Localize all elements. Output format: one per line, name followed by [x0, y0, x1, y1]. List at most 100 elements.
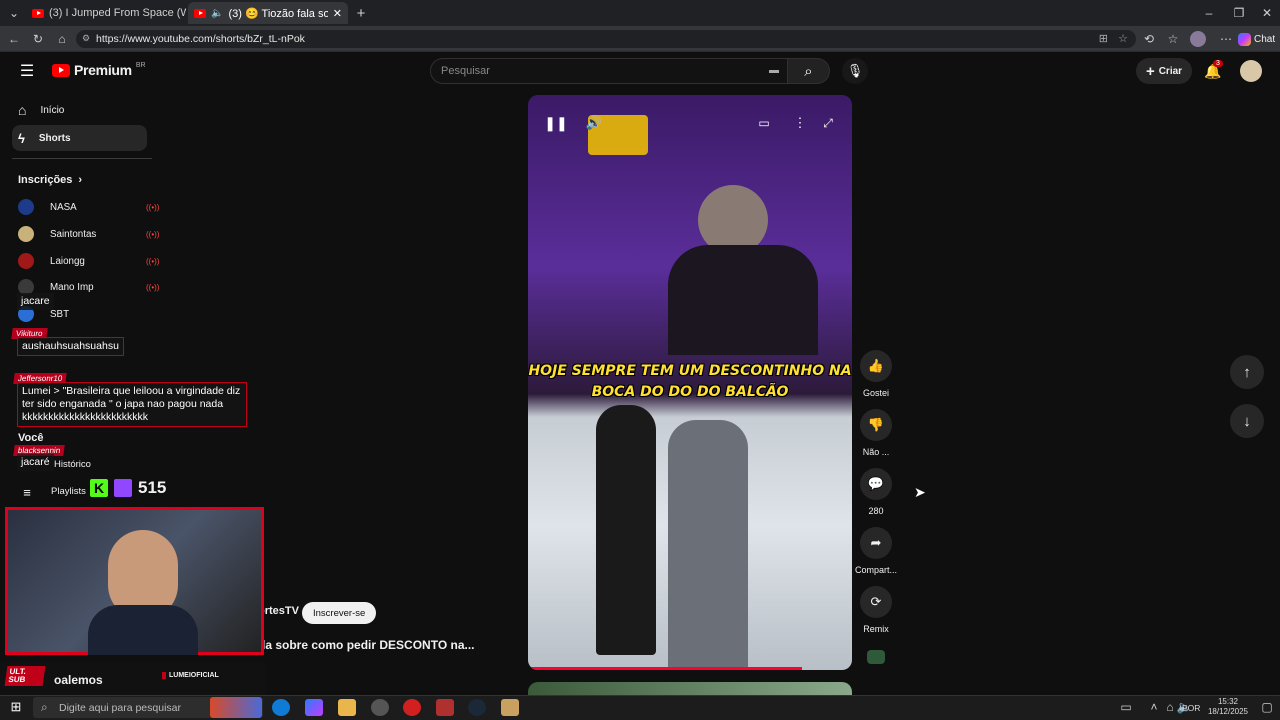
- back-icon[interactable]: ←: [6, 31, 22, 47]
- channel-name: Mano Imp: [50, 281, 94, 293]
- thumbs-up-icon[interactable]: 👍: [860, 350, 892, 382]
- url-text: https://www.youtube.com/shorts/bZr_tL-nP…: [96, 33, 305, 45]
- create-button[interactable]: + Criar: [1136, 58, 1192, 84]
- next-short-button[interactable]: ↓: [1230, 404, 1264, 438]
- keyboard-tray-icon[interactable]: ▭: [1118, 700, 1134, 714]
- pause-icon[interactable]: ❚❚: [544, 113, 567, 133]
- clock-date: 18/12/2025: [1207, 707, 1249, 716]
- next-short-preview[interactable]: [528, 682, 852, 695]
- subscription-item[interactable]: NASA ((•)): [18, 197, 159, 217]
- edge-icon[interactable]: [272, 699, 290, 716]
- tab-1[interactable]: (3) I Jumped From Space (World R ✕: [26, 2, 186, 24]
- site-info-icon[interactable]: ⚙: [82, 33, 90, 44]
- live-indicator-icon: ((•)): [146, 282, 160, 292]
- logo-text: Premium: [74, 62, 132, 78]
- close-window-icon[interactable]: ✕: [1258, 4, 1276, 22]
- more-menu-icon[interactable]: ⋯: [1218, 31, 1234, 47]
- app-icon[interactable]: [501, 699, 519, 716]
- search-button[interactable]: ⌕: [788, 58, 830, 84]
- steam-icon[interactable]: [468, 699, 486, 716]
- search-input[interactable]: Pesquisar ▬: [430, 58, 788, 84]
- favorite-star-icon[interactable]: ☆: [1118, 32, 1128, 45]
- microphone-icon: 🎙: [846, 63, 864, 78]
- captions-icon[interactable]: ▭: [754, 113, 774, 133]
- new-tab-icon[interactable]: +: [352, 4, 370, 22]
- share-action[interactable]: ➦ Compart...: [852, 527, 900, 575]
- app-available-icon[interactable]: ⊞: [1099, 32, 1108, 45]
- copilot-taskbar-icon[interactable]: [305, 699, 323, 716]
- subscriptions-heading[interactable]: Inscrições ›: [18, 174, 82, 186]
- subscription-item[interactable]: Laiongg ((•)): [18, 251, 159, 271]
- brand-tag: LUMEIOFICIAL: [162, 672, 219, 679]
- caption-line-2: BOCA DO DO DO BALCÃO: [591, 384, 789, 400]
- minimize-icon[interactable]: –: [1200, 4, 1218, 22]
- channel-name: NASA: [50, 201, 77, 213]
- more-options-icon[interactable]: ⋮: [790, 113, 810, 133]
- tab-list-chevron-icon[interactable]: ⌄: [6, 5, 22, 21]
- notification-center-icon[interactable]: ▢: [1260, 700, 1274, 714]
- short-title[interactable]: la sobre como pedir DESCONTO na...: [262, 638, 475, 652]
- favorites-icon[interactable]: ☆: [1166, 32, 1180, 46]
- sound-thumbnail[interactable]: [867, 650, 885, 664]
- extensions-icon[interactable]: ⟲: [1142, 32, 1156, 46]
- tray-chevron-icon[interactable]: ˄: [1148, 700, 1160, 714]
- remix-action[interactable]: ⟳ Remix: [858, 586, 894, 634]
- search-highlight-image[interactable]: [210, 697, 262, 718]
- share-label: Compart...: [854, 565, 897, 575]
- speaker-icon[interactable]: 🔈: [211, 8, 223, 19]
- reload-icon[interactable]: ↻: [30, 31, 46, 47]
- sidebar-item-playlists[interactable]: Playlists: [51, 486, 86, 497]
- tab-close-icon[interactable]: ✕: [333, 7, 342, 20]
- like-action[interactable]: 👍 Gostei: [858, 350, 894, 398]
- subscribe-button[interactable]: Inscrever-se: [302, 602, 377, 624]
- app-icon[interactable]: [436, 699, 454, 716]
- thumbs-down-icon[interactable]: 👎: [860, 409, 892, 441]
- sidebar-item-history[interactable]: Histórico: [54, 459, 91, 470]
- volume-icon[interactable]: 🔊: [584, 113, 604, 133]
- stream-bottom-bar: ULT. SUB oalemos LUMEIOFICIAL: [0, 662, 265, 695]
- caption-line-1: HOJE SEMPRE TEM UM DESCONTINHO NA: [528, 363, 852, 379]
- home-icon: ⌂: [18, 102, 27, 118]
- media-player-icon[interactable]: [403, 699, 421, 716]
- maximize-icon[interactable]: ❐: [1230, 4, 1248, 22]
- voice-search-button[interactable]: 🎙: [842, 58, 868, 84]
- address-bar[interactable]: ⚙ https://www.youtube.com/shorts/bZr_tL-…: [76, 30, 1136, 48]
- chat-label: Chat: [1254, 33, 1276, 45]
- youtube-favicon-icon: [194, 8, 206, 18]
- tab-2[interactable]: 🔈 (3) 😊 Tiozão fala sobre com ✕: [188, 2, 348, 24]
- dislike-action[interactable]: 👎 Não ...: [858, 409, 894, 457]
- comment-icon[interactable]: 💬: [860, 468, 892, 500]
- subscriptions-label: Inscrições: [18, 174, 73, 186]
- clock[interactable]: 15:32 18/12/2025: [1200, 697, 1256, 717]
- account-avatar[interactable]: [1240, 60, 1262, 82]
- short-video-player[interactable]: HOJE SEMPRE TEM UM DESCONTINHO NA BOCA D…: [528, 95, 852, 670]
- hamburger-menu-icon[interactable]: ☰: [18, 62, 36, 80]
- channel-avatar: [18, 253, 34, 269]
- comments-action[interactable]: 💬 280: [858, 468, 894, 516]
- shorts-icon: ϟ: [18, 130, 25, 146]
- home-icon[interactable]: ⌂: [54, 31, 70, 47]
- tab-2-title: (3) 😊 Tiozão fala sobre com: [228, 7, 328, 20]
- create-label: Criar: [1158, 65, 1183, 77]
- fullscreen-icon[interactable]: ⤢: [818, 113, 838, 133]
- previous-short-button[interactable]: ↑: [1230, 355, 1264, 389]
- share-icon[interactable]: ➦: [860, 527, 892, 559]
- file-explorer-icon[interactable]: [338, 699, 356, 716]
- youtube-logo[interactable]: Premium BR: [52, 62, 146, 78]
- language-indicator[interactable]: POR: [1182, 703, 1200, 713]
- profile-avatar[interactable]: [1190, 31, 1206, 47]
- sidebar-item-home[interactable]: ⌂ Início: [12, 97, 147, 123]
- copilot-chat-button[interactable]: Chat: [1238, 31, 1278, 47]
- keyboard-icon[interactable]: ▬: [769, 65, 779, 76]
- windows-start-icon[interactable]: ⊞: [8, 699, 24, 715]
- obs-icon[interactable]: [371, 699, 389, 716]
- person-left-shape: [596, 405, 656, 655]
- sidebar-item-shorts[interactable]: ϟ Shorts: [12, 125, 147, 151]
- sidebar-divider: [12, 158, 152, 159]
- channel-name[interactable]: ortesTV: [258, 605, 299, 617]
- video-progress-bar[interactable]: [528, 667, 802, 670]
- dislike-label: Não ...: [862, 447, 890, 457]
- remix-icon[interactable]: ⟳: [860, 586, 892, 618]
- subscription-item[interactable]: Saintontas ((•)): [18, 224, 159, 244]
- network-icon[interactable]: ⌂: [1164, 700, 1176, 714]
